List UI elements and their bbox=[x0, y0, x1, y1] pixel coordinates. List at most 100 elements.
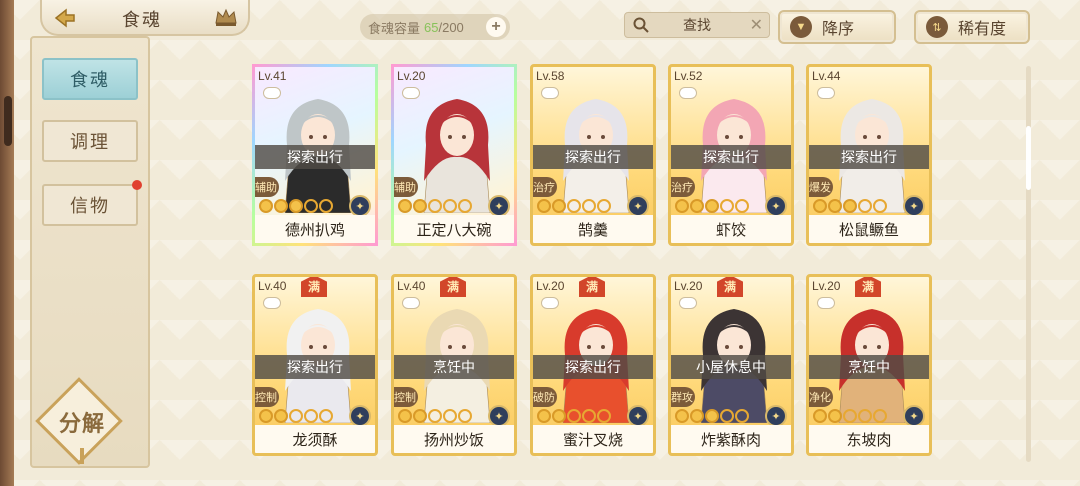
soul-name: 龙须酥 bbox=[255, 425, 375, 453]
soul-card[interactable]: Lv.41 探索出行 辅助 ✦ 德州扒鸡 bbox=[252, 64, 378, 246]
max-level-badge: 满 bbox=[579, 277, 605, 297]
sidebar-item-tokens[interactable]: 信物 bbox=[42, 180, 142, 226]
scrollbar[interactable] bbox=[1026, 66, 1031, 462]
soul-card[interactable]: Lv.44 探索出行 爆发 ✦ 松鼠鳜鱼 bbox=[806, 64, 932, 246]
element-icon: ✦ bbox=[903, 405, 925, 427]
lock-toggle[interactable] bbox=[263, 87, 281, 99]
level-label: Lv.40 bbox=[258, 279, 287, 293]
back-button[interactable] bbox=[48, 4, 82, 32]
soul-name: 蜜汁叉烧 bbox=[533, 425, 653, 453]
capacity-current: 65 bbox=[424, 19, 439, 35]
star-icon bbox=[428, 409, 442, 423]
soul-card[interactable]: Lv.52 探索出行 治疗 ✦ 虾饺 bbox=[668, 64, 794, 246]
element-icon: ✦ bbox=[627, 195, 649, 217]
star-rating bbox=[398, 199, 472, 215]
star-icon bbox=[537, 199, 551, 213]
level-label: Lv.20 bbox=[536, 279, 565, 293]
star-rating bbox=[537, 409, 611, 425]
sort-order-button[interactable]: ▼ 降序 bbox=[778, 10, 896, 44]
capacity-max: /200 bbox=[438, 19, 464, 35]
star-icon bbox=[458, 409, 472, 423]
search-box[interactable]: 查找 ✕ bbox=[624, 12, 770, 38]
star-icon bbox=[274, 199, 288, 213]
role-tag: 控制 bbox=[394, 387, 418, 407]
capacity-add-button[interactable]: + bbox=[486, 17, 506, 37]
star-icon bbox=[413, 409, 427, 423]
star-icon bbox=[552, 199, 566, 213]
sort-order-label: 降序 bbox=[822, 21, 855, 38]
decompose-label: 分解 bbox=[58, 411, 105, 437]
soul-card[interactable]: Lv.40 满烹饪中 控制 ✦ 扬州炒饭 bbox=[391, 274, 517, 456]
star-icon bbox=[843, 199, 857, 213]
soul-name: 虾饺 bbox=[671, 215, 791, 243]
soul-card[interactable]: Lv.20 满烹饪中 净化 ✦ 东坡肉 bbox=[806, 274, 932, 456]
max-level-badge: 满 bbox=[717, 277, 743, 297]
lock-toggle[interactable] bbox=[402, 87, 420, 99]
sort-rarity-button[interactable]: ⇅ 稀有度 bbox=[914, 10, 1030, 44]
star-icon bbox=[873, 199, 887, 213]
role-tag: 控制 bbox=[255, 387, 279, 407]
star-icon bbox=[828, 199, 842, 213]
element-icon: ✦ bbox=[349, 195, 371, 217]
soul-name: 正定八大碗 bbox=[394, 215, 514, 243]
lock-toggle[interactable] bbox=[817, 297, 835, 309]
role-tag: 辅助 bbox=[255, 177, 279, 197]
star-icon bbox=[413, 199, 427, 213]
lock-toggle[interactable] bbox=[263, 297, 281, 309]
lock-toggle[interactable] bbox=[541, 297, 559, 309]
level-label: Lv.41 bbox=[258, 69, 287, 83]
status-banner: 探索出行 bbox=[809, 145, 929, 169]
soul-card[interactable]: Lv.20 辅助 ✦ 正定八大碗 bbox=[391, 64, 517, 246]
sort-desc-icon: ▼ bbox=[790, 16, 812, 38]
crown-icon[interactable] bbox=[214, 7, 238, 27]
soul-card[interactable]: Lv.20 满小屋休息中 群攻 ✦ 炸紫酥肉 bbox=[668, 274, 794, 456]
role-tag: 辅助 bbox=[394, 177, 418, 197]
lock-toggle[interactable] bbox=[679, 297, 697, 309]
search-label: 查找 bbox=[683, 17, 711, 33]
star-icon bbox=[443, 199, 457, 213]
frame-notch bbox=[4, 96, 12, 146]
star-icon bbox=[735, 409, 749, 423]
soul-card[interactable]: Lv.58 探索出行 治疗 ✦ 鹄羹 bbox=[530, 64, 656, 246]
star-icon bbox=[274, 409, 288, 423]
sidebar-item-souls[interactable]: 食魂 bbox=[42, 58, 138, 100]
level-label: Lv.40 bbox=[397, 279, 426, 293]
search-clear-icon[interactable]: ✕ bbox=[750, 15, 763, 35]
level-label: Lv.20 bbox=[674, 279, 703, 293]
element-icon: ✦ bbox=[349, 405, 371, 427]
star-icon bbox=[705, 409, 719, 423]
star-rating bbox=[813, 409, 887, 425]
soul-card[interactable]: Lv.40 满探索出行 控制 ✦ 龙须酥 bbox=[252, 274, 378, 456]
sidebar-item-cultivate[interactable]: 调理 bbox=[42, 120, 138, 162]
lock-toggle[interactable] bbox=[817, 87, 835, 99]
capacity-display: 食魂容量 65 /200 + bbox=[360, 14, 510, 40]
star-icon bbox=[597, 409, 611, 423]
sidebar-item-label: 调理 bbox=[70, 132, 110, 153]
star-icon bbox=[304, 409, 318, 423]
scrollbar-thumb[interactable] bbox=[1026, 126, 1031, 190]
decompose-button[interactable]: 分解 bbox=[35, 377, 128, 465]
star-icon bbox=[843, 409, 857, 423]
soul-card[interactable]: Lv.20 满探索出行 破防 ✦ 蜜汁叉烧 bbox=[530, 274, 656, 456]
role-tag: 治疗 bbox=[671, 177, 695, 197]
sidebar-item-label: 食魂 bbox=[70, 70, 110, 91]
star-icon bbox=[690, 409, 704, 423]
star-icon bbox=[582, 199, 596, 213]
star-icon bbox=[319, 199, 333, 213]
star-rating bbox=[398, 409, 472, 425]
star-icon bbox=[567, 409, 581, 423]
left-frame bbox=[0, 0, 14, 486]
lock-toggle[interactable] bbox=[541, 87, 559, 99]
star-icon bbox=[873, 409, 887, 423]
lock-toggle[interactable] bbox=[679, 87, 697, 99]
soul-name: 鹄羹 bbox=[533, 215, 653, 243]
star-icon bbox=[813, 409, 827, 423]
element-icon: ✦ bbox=[765, 195, 787, 217]
level-label: Lv.44 bbox=[812, 69, 841, 83]
star-icon bbox=[289, 409, 303, 423]
status-banner: 探索出行 bbox=[533, 145, 653, 169]
star-icon bbox=[720, 199, 734, 213]
lock-toggle[interactable] bbox=[402, 297, 420, 309]
role-tag: 破防 bbox=[533, 387, 557, 407]
star-icon bbox=[720, 409, 734, 423]
